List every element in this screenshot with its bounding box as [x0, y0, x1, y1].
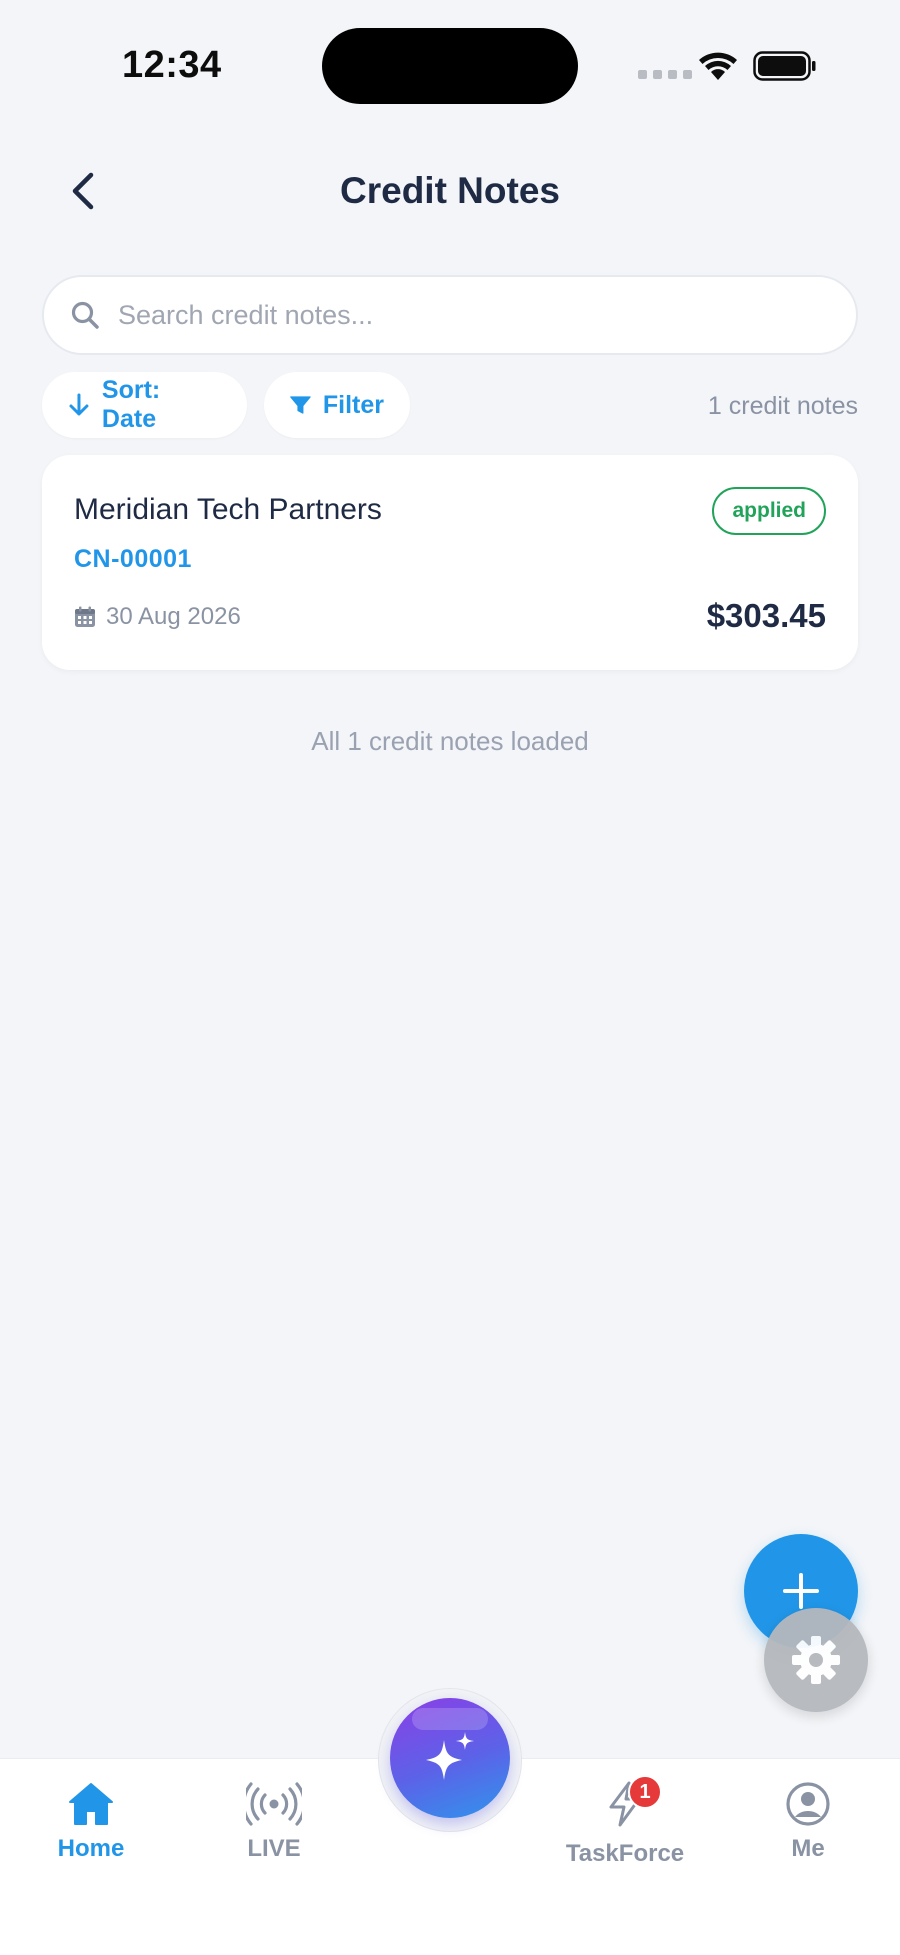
- client-name: Meridian Tech Partners: [74, 493, 382, 526]
- credit-note-amount: $303.45: [706, 597, 826, 634]
- calendar-icon: [75, 606, 95, 627]
- status-bar: 12:34: [0, 0, 900, 120]
- plus-icon: [783, 1573, 819, 1609]
- ai-assistant-button[interactable]: [390, 1698, 510, 1818]
- cellular-signal-icon: [638, 70, 692, 79]
- status-time: 12:34: [122, 44, 222, 86]
- filter-button[interactable]: Filter: [264, 372, 410, 438]
- sort-button[interactable]: Sort: Date: [42, 372, 247, 438]
- sort-label: Sort: Date: [101, 376, 161, 433]
- dynamic-island: [322, 28, 578, 104]
- user-icon: [786, 1782, 830, 1826]
- tab-me-label: Me: [791, 1835, 825, 1862]
- date-row: 30 Aug 2026: [74, 603, 241, 631]
- taskforce-notification-badge: 1: [628, 1775, 662, 1809]
- arrow-down-icon: [69, 393, 89, 416]
- search-input[interactable]: [118, 299, 818, 331]
- search-box[interactable]: [42, 275, 858, 355]
- status-badge: applied: [712, 487, 826, 535]
- broadcast-icon: [246, 1782, 302, 1826]
- credit-note-card[interactable]: Meridian Tech Partners applied CN-00001 …: [42, 455, 858, 670]
- search-icon: [71, 301, 99, 329]
- credit-note-date: 30 Aug 2026: [106, 603, 241, 630]
- list-footer: All 1 credit notes loaded: [311, 726, 589, 756]
- sparkles-icon: [426, 1732, 474, 1780]
- wifi-icon: [699, 52, 737, 80]
- tab-live-label: LIVE: [247, 1835, 301, 1862]
- battery-icon: [753, 51, 816, 81]
- tab-taskforce[interactable]: 1 TaskForce: [550, 1775, 700, 1868]
- settings-button[interactable]: [764, 1608, 868, 1712]
- gear-icon: [792, 1636, 840, 1684]
- result-count: 1 credit notes: [707, 392, 858, 420]
- tab-taskforce-label: TaskForce: [565, 1840, 685, 1867]
- page-title: Credit Notes: [340, 170, 560, 211]
- home-icon: [69, 1783, 113, 1825]
- filter-icon: [290, 396, 311, 414]
- tab-me[interactable]: Me: [733, 1781, 883, 1863]
- credit-note-number: CN-00001: [74, 545, 192, 573]
- tab-home[interactable]: Home: [16, 1781, 166, 1863]
- tab-live[interactable]: LIVE: [199, 1781, 349, 1863]
- filter-label: Filter: [322, 390, 384, 419]
- tab-home-label: Home: [57, 1835, 125, 1862]
